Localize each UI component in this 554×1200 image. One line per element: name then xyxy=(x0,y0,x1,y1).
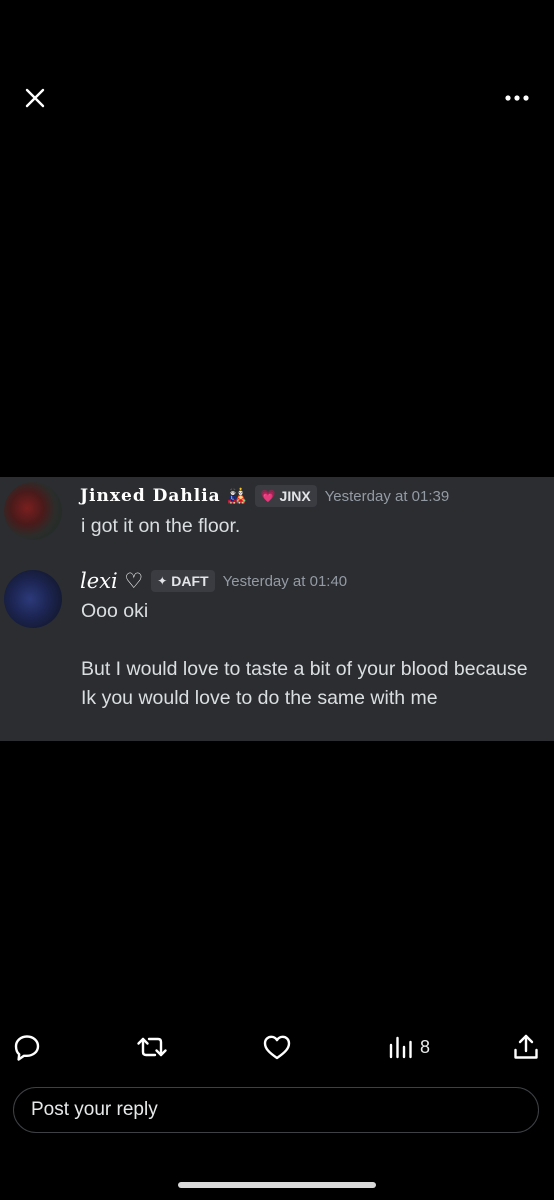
timestamp: Yesterday at 01:39 xyxy=(324,487,450,505)
avatar xyxy=(4,482,62,540)
diamond-tag-icon: ✦ xyxy=(157,574,168,588)
like-button[interactable] xyxy=(262,1028,292,1066)
avatar xyxy=(4,570,62,628)
role-tag-label: JINX xyxy=(279,488,311,504)
username: Jinxed Dahlia xyxy=(80,486,221,506)
message-text: Ooo oki xyxy=(81,600,149,622)
views-icon xyxy=(389,1036,412,1059)
repost-button[interactable] xyxy=(136,1028,168,1066)
reply-placeholder: Post your reply xyxy=(31,1099,158,1120)
role-tag: ✦ DAFT xyxy=(151,570,215,592)
close-icon xyxy=(25,88,45,108)
home-indicator[interactable] xyxy=(178,1182,376,1188)
more-horizontal-icon xyxy=(505,95,529,101)
heart-icon xyxy=(263,1035,291,1060)
views-button[interactable]: 8 xyxy=(388,1028,430,1066)
timestamp: Yesterday at 01:40 xyxy=(222,572,348,590)
more-options-button[interactable] xyxy=(502,85,532,111)
media-image[interactable]: Jinxed Dahlia 🎎 💗 JINX Yesterday at 01:3… xyxy=(0,477,554,741)
heart-tag-icon: 💗 xyxy=(260,489,276,503)
dolls-icon: 🎎 xyxy=(226,488,247,505)
repost-icon xyxy=(137,1037,167,1057)
reply-icon xyxy=(14,1035,40,1061)
role-tag-label: DAFT xyxy=(171,573,209,589)
message-text: But I would love to taste a bit of your … xyxy=(81,658,528,709)
username: lexi ♡ xyxy=(80,569,144,593)
reply-button[interactable] xyxy=(13,1028,41,1066)
share-button[interactable] xyxy=(512,1028,540,1066)
views-count: 8 xyxy=(420,1036,431,1057)
message-text: i got it on the floor. xyxy=(81,515,241,537)
reply-input[interactable]: Post your reply xyxy=(13,1087,539,1133)
message-header: Jinxed Dahlia 🎎 💗 JINX Yesterday at 01:3… xyxy=(80,485,449,507)
share-icon xyxy=(514,1034,538,1059)
close-button[interactable] xyxy=(22,85,48,111)
role-tag: 💗 JINX xyxy=(254,485,317,507)
message-header: lexi ♡ ✦ DAFT Yesterday at 01:40 xyxy=(80,569,347,593)
post-actions: 8 xyxy=(0,1028,554,1066)
